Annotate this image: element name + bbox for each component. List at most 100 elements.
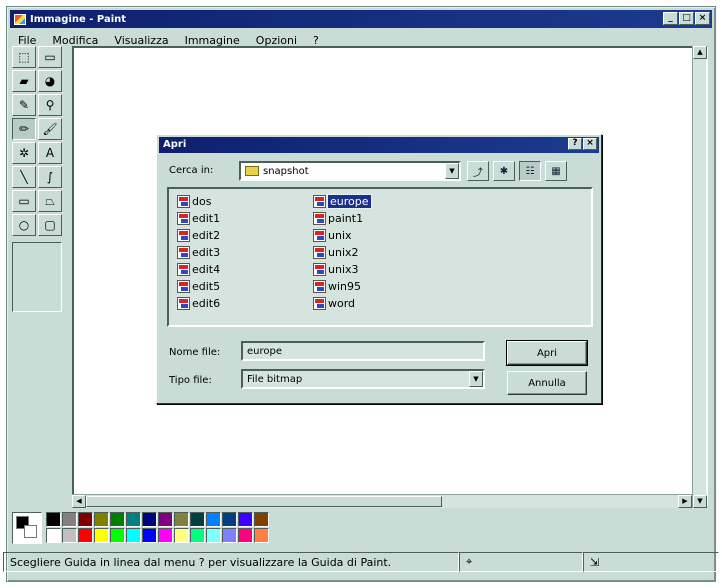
bitmap-file-icon	[177, 246, 190, 259]
tool-options-panel[interactable]	[12, 242, 62, 312]
color-swatch[interactable]	[46, 512, 61, 527]
line-icon: ╲	[20, 170, 28, 184]
menu-immagine[interactable]: Immagine	[177, 34, 248, 47]
dialog-title-bar[interactable]: Apri ? ×	[159, 137, 599, 153]
file-item[interactable]: dos	[177, 193, 220, 210]
new-folder-button[interactable]: ✱	[493, 161, 515, 181]
airbrush-tool[interactable]: ✲	[12, 142, 36, 164]
text-tool[interactable]: A	[38, 142, 62, 164]
menu-modifica[interactable]: Modifica	[44, 34, 106, 47]
status-size: ⇲	[583, 552, 719, 572]
file-item[interactable]: unix2	[313, 244, 371, 261]
eraser-tool[interactable]: ▰	[12, 70, 36, 92]
color-swatch[interactable]	[78, 528, 93, 543]
color-swatch[interactable]	[254, 512, 269, 527]
color-picker-tool[interactable]: ✎	[12, 94, 36, 116]
color-swatch[interactable]	[190, 528, 205, 543]
rect-select-tool[interactable]: ▭	[38, 46, 62, 68]
color-swatch[interactable]	[62, 512, 77, 527]
look-in-dropdown[interactable]: snapshot ▼	[239, 161, 461, 181]
details-view-button[interactable]: ▦	[545, 161, 567, 181]
pencil-tool[interactable]: ✏	[12, 118, 36, 140]
free-select-tool[interactable]: ⬚	[12, 46, 36, 68]
file-item[interactable]: win95	[313, 278, 371, 295]
color-swatch[interactable]	[62, 528, 77, 543]
horizontal-scroll-thumb[interactable]	[86, 496, 442, 507]
minimize-button[interactable]: _	[663, 12, 678, 25]
chevron-down-icon[interactable]: ▼	[445, 163, 459, 179]
scroll-up-icon[interactable]: ▲	[693, 46, 707, 59]
color-swatch[interactable]	[94, 528, 109, 543]
cancel-button[interactable]: Annulla	[507, 371, 587, 395]
filename-input[interactable]: europe	[241, 341, 485, 361]
color-swatch[interactable]	[206, 528, 221, 543]
bitmap-file-icon	[177, 263, 190, 276]
brush-tool[interactable]: 🖌	[38, 118, 62, 140]
file-item[interactable]: edit2	[177, 227, 220, 244]
color-swatch[interactable]	[126, 528, 141, 543]
scroll-left-icon[interactable]: ◀	[72, 495, 86, 508]
rectangle-tool[interactable]: ▭	[12, 190, 36, 212]
paint-app-icon[interactable]	[14, 13, 26, 25]
title-bar[interactable]: Immagine - Paint _ □ ×	[10, 10, 712, 28]
color-swatch[interactable]	[174, 528, 189, 543]
color-swatch[interactable]	[238, 528, 253, 543]
magnifier-tool[interactable]: ⚲	[38, 94, 62, 116]
color-swatch[interactable]	[174, 512, 189, 527]
chevron-down-icon[interactable]: ▼	[469, 371, 483, 387]
menu-opzioni[interactable]: Opzioni	[248, 34, 305, 47]
fill-bucket-tool[interactable]: ◕	[38, 70, 62, 92]
up-folder-button[interactable]: ⤴	[467, 161, 489, 181]
close-button[interactable]: ×	[695, 12, 710, 25]
file-item[interactable]: edit5	[177, 278, 220, 295]
color-swatch[interactable]	[158, 528, 173, 543]
line-tool[interactable]: ╲	[12, 166, 36, 188]
scroll-down-icon[interactable]: ▼	[693, 495, 707, 508]
vertical-scrollbar[interactable]: ▲ ▼	[692, 46, 707, 508]
color-swatch[interactable]	[78, 512, 93, 527]
color-swatch[interactable]	[110, 528, 125, 543]
polygon-tool[interactable]: ⏢	[38, 190, 62, 212]
horizontal-scrollbar[interactable]: ◀ ▶	[72, 494, 692, 508]
file-item[interactable]: edit3	[177, 244, 220, 261]
file-item[interactable]: edit6	[177, 295, 220, 312]
menu-file[interactable]: File	[10, 34, 44, 47]
menu-visualizza[interactable]: Visualizza	[106, 34, 176, 47]
open-button[interactable]: Apri	[506, 340, 588, 366]
file-item[interactable]: unix3	[313, 261, 371, 278]
file-list[interactable]: dos edit1 edit2 edit3 edit4 edit5 edit6 europe…	[167, 187, 593, 327]
color-swatch[interactable]	[238, 512, 253, 527]
color-swatch[interactable]	[142, 512, 157, 527]
list-view-button[interactable]: ☷	[519, 161, 541, 181]
color-swatch[interactable]	[190, 512, 205, 527]
curve-tool[interactable]: ∫	[38, 166, 62, 188]
file-item[interactable]: paint1	[313, 210, 371, 227]
filetype-select[interactable]: File bitmap ▼	[241, 369, 485, 389]
file-name: unix	[328, 229, 352, 242]
current-colors[interactable]	[12, 512, 42, 544]
ellipse-tool[interactable]: ○	[12, 214, 36, 236]
color-swatch[interactable]	[206, 512, 221, 527]
filetype-value: File bitmap	[247, 373, 303, 385]
file-item[interactable]: unix	[313, 227, 371, 244]
file-item[interactable]: word	[313, 295, 371, 312]
file-item[interactable]: europe	[313, 193, 372, 210]
file-item[interactable]: edit1	[177, 210, 220, 227]
bitmap-file-icon	[313, 280, 326, 293]
color-swatch[interactable]	[222, 528, 237, 543]
color-swatch[interactable]	[110, 512, 125, 527]
dialog-close-button[interactable]: ×	[583, 138, 597, 150]
color-swatch[interactable]	[46, 528, 61, 543]
color-swatch[interactable]	[158, 512, 173, 527]
file-item[interactable]: edit4	[177, 261, 220, 278]
rounded-rect-tool[interactable]: ▢	[38, 214, 62, 236]
color-swatch[interactable]	[222, 512, 237, 527]
scroll-right-icon[interactable]: ▶	[678, 495, 692, 508]
dialog-help-button[interactable]: ?	[568, 138, 582, 150]
menu-help[interactable]: ?	[305, 34, 327, 47]
color-swatch[interactable]	[254, 528, 269, 543]
color-swatch[interactable]	[94, 512, 109, 527]
color-swatch[interactable]	[142, 528, 157, 543]
maximize-button[interactable]: □	[679, 12, 694, 25]
color-swatch[interactable]	[126, 512, 141, 527]
